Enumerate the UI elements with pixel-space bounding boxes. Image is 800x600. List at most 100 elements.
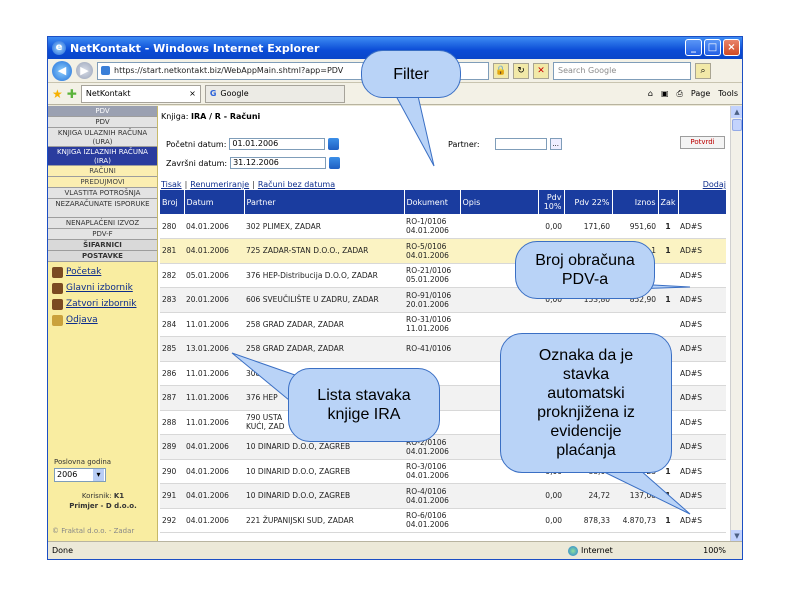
- no-date-link[interactable]: Računi bez datuma: [258, 180, 335, 189]
- cell-oznaka: AD#S: [678, 238, 726, 264]
- table-row[interactable]: 291 04.01.2006 10 DINARID D.O.O, ZAGREB RO-…: [160, 483, 726, 509]
- col-pdv22[interactable]: Pdv 22%: [564, 190, 613, 214]
- link-odjava[interactable]: Odjava: [48, 312, 157, 328]
- sidebar-item-racuni[interactable]: RAČUNI: [48, 166, 157, 177]
- confirm-button[interactable]: Potvrdi: [680, 136, 725, 149]
- vertical-scrollbar[interactable]: ▲ ▼: [730, 106, 742, 542]
- end-date-input[interactable]: 31.12.2006: [230, 157, 327, 169]
- cell-opis: [460, 508, 538, 533]
- print-icon[interactable]: ⎙: [677, 89, 683, 99]
- col-opis[interactable]: Opis: [460, 190, 539, 214]
- partner-input[interactable]: [494, 138, 547, 150]
- calendar-icon[interactable]: [328, 138, 340, 150]
- cell-datum: 04.01.2006: [184, 508, 244, 533]
- print-link[interactable]: Tisak: [161, 180, 182, 189]
- cell-oznaka: AD#S: [678, 459, 726, 484]
- cell-pdv22: 171,60: [564, 214, 612, 239]
- main-panel: Knjiga: IRA / R - Računi Početni datum: …: [158, 106, 742, 542]
- scroll-thumb[interactable]: [732, 119, 742, 131]
- cell-zak: [658, 263, 678, 288]
- cell-broj: 291: [160, 483, 184, 509]
- cell-broj: 287: [160, 385, 184, 411]
- col-datum[interactable]: Datum: [184, 190, 245, 214]
- sidebar-item-sifarnici[interactable]: ŠIFARNICI: [48, 240, 157, 251]
- cell-datum: 20.01.2006: [184, 287, 244, 313]
- cell-oznaka: AD#S: [678, 385, 726, 411]
- feeds-icon[interactable]: ▣: [661, 89, 669, 98]
- year-select[interactable]: 2006: [54, 468, 106, 482]
- col-zak[interactable]: Zak: [658, 190, 679, 214]
- cell-datum: 04.01.2006: [184, 434, 244, 460]
- sidebar-item-nezaracunate[interactable]: NEZARAČUNATE ISPORUKE: [48, 199, 157, 218]
- start-date-row: Početni datum: 01.01.2006: [166, 138, 340, 150]
- cell-oznaka: AD#S: [678, 508, 726, 533]
- col-pdv10[interactable]: Pdv 10%: [538, 190, 565, 214]
- lock-icon[interactable]: 🔒: [493, 62, 509, 79]
- search-input[interactable]: Search Google: [553, 61, 691, 80]
- sidebar-item-vlastita-potrosnja[interactable]: VLASTITA POTROŠNJA: [48, 188, 157, 199]
- stop-icon[interactable]: ✕: [533, 62, 549, 79]
- security-zone: Internet: [568, 545, 613, 556]
- start-date-input[interactable]: 01.01.2006: [229, 138, 326, 150]
- google-icon: G: [209, 88, 217, 98]
- sidebar-item-ira[interactable]: KNJIGA IZLAZNIH RAČUNA (IRA): [48, 147, 157, 166]
- callout-list: Lista stavaka knjige IRA: [288, 368, 440, 442]
- sidebar-item-pdv-f[interactable]: PDV-F: [48, 229, 157, 240]
- link-glavni-izbornik[interactable]: Glavni izbornik: [48, 280, 157, 296]
- scroll-up-icon[interactable]: ▲: [731, 106, 742, 118]
- link-pocetak[interactable]: Početak: [48, 264, 157, 280]
- zoom-level[interactable]: 100%: [703, 546, 726, 555]
- cell-broj: 282: [160, 263, 184, 288]
- cell-zak: 1: [658, 508, 678, 533]
- sidebar-item-ura[interactable]: KNJIGA ULAZNIH RAČUNA (URA): [48, 128, 157, 147]
- refresh-icon[interactable]: ↻: [513, 62, 529, 79]
- cell-datum: 05.01.2006: [184, 263, 244, 288]
- tab-netkontakt[interactable]: NetKontakt ×: [80, 84, 201, 103]
- book-title: Knjiga: IRA / R - Računi: [161, 112, 261, 121]
- close-button[interactable]: ×: [723, 39, 740, 56]
- add-link[interactable]: Dodaj: [703, 180, 726, 189]
- cell-pdv22: 24,72: [564, 483, 612, 509]
- table-row[interactable]: 292 04.01.2006 221 ŽUPANIJSKI SUD, ZADAR RO…: [160, 508, 726, 533]
- forward-icon[interactable]: ▶: [76, 62, 93, 79]
- partner-lookup-button[interactable]: ...: [549, 138, 562, 150]
- tab-close-icon[interactable]: ×: [189, 86, 196, 102]
- sidebar-item-postavke[interactable]: POSTAVKE: [48, 251, 157, 262]
- col-broj[interactable]: Broj: [160, 190, 185, 214]
- page-menu[interactable]: Page: [691, 89, 710, 98]
- tab-google[interactable]: G Google: [204, 84, 345, 103]
- table-row[interactable]: 280 04.01.2006 302 PLIMEX, ZADAR RO-1/0106 0…: [160, 214, 726, 239]
- cell-datum: 13.01.2006: [184, 336, 244, 362]
- maximize-button[interactable]: □: [704, 39, 721, 56]
- add-favorite-icon[interactable]: ✚: [67, 87, 77, 101]
- col-dokument[interactable]: Dokument: [404, 190, 461, 214]
- sidebar-item-predujmovi[interactable]: PREDUJMOVI: [48, 177, 157, 188]
- cell-datum: 11.01.2006: [184, 361, 244, 386]
- end-date-row: Završni datum: 31.12.2006: [166, 157, 341, 169]
- cell-oznaka: AD#S: [678, 361, 726, 386]
- col-partner[interactable]: Partner: [244, 190, 405, 214]
- action-links: Tisak | Renumeriranje | Računi bez datuma …: [161, 180, 726, 189]
- cell-opis: [460, 483, 538, 509]
- calendar-icon[interactable]: [329, 157, 341, 169]
- close-menu-icon: [52, 298, 63, 310]
- search-icon[interactable]: ⌕: [695, 62, 711, 79]
- link-zatvori-izbornik[interactable]: Zatvori izbornik: [48, 296, 157, 312]
- home-icon[interactable]: ⌂: [648, 89, 653, 98]
- cell-partner: 606 SVEUČILIŠTE U ZADRU, ZADAR: [244, 287, 404, 313]
- cell-broj: 281: [160, 238, 184, 264]
- minimize-button[interactable]: _: [685, 39, 702, 56]
- cell-datum: 04.01.2006: [184, 214, 244, 239]
- cell-datum: 04.01.2006: [184, 483, 244, 509]
- cell-oznaka: AD#S: [678, 312, 726, 337]
- renumber-link[interactable]: Renumeriranje: [190, 180, 249, 189]
- col-iznos[interactable]: Iznos: [612, 190, 659, 214]
- cell-dokument: RO-31/0106 11.01.2006: [404, 312, 460, 337]
- user-info: Korisnik: K1: [81, 492, 125, 500]
- cell-partner: 376 HEP-Distribucija D.O.O, ZADAR: [244, 263, 404, 288]
- back-icon[interactable]: ◀: [52, 60, 72, 81]
- sidebar-item-pdv[interactable]: PDV: [48, 117, 157, 128]
- sidebar-item-nenaplaceni[interactable]: NENAPLAĆENI IZVOZ: [48, 218, 157, 229]
- tools-menu[interactable]: Tools: [718, 89, 738, 98]
- favorites-star-icon[interactable]: ★: [52, 87, 63, 101]
